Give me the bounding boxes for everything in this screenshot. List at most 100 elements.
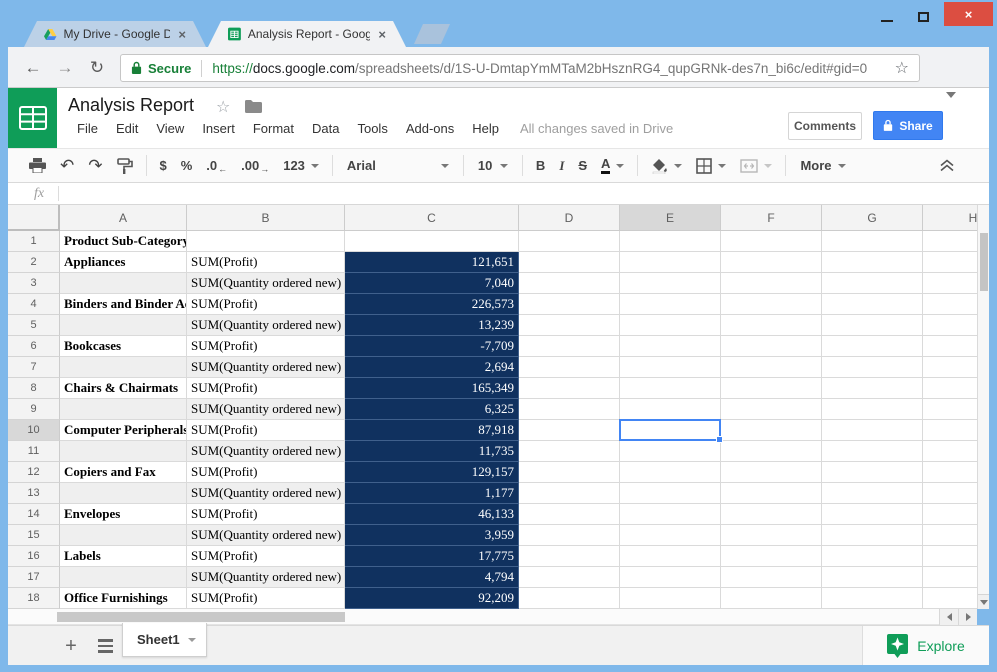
cell-D18[interactable] (519, 588, 620, 609)
row-header-15[interactable]: 15 (8, 525, 60, 546)
cell-E8[interactable] (620, 378, 721, 399)
comments-button[interactable]: Comments (788, 112, 862, 140)
column-header-D[interactable]: D (519, 205, 620, 231)
cell-A17[interactable] (60, 567, 187, 588)
cell-F7[interactable] (721, 357, 822, 378)
cell-F10[interactable] (721, 420, 822, 441)
cell-F13[interactable] (721, 483, 822, 504)
cell-E2[interactable] (620, 252, 721, 273)
menu-edit[interactable]: Edit (107, 121, 147, 136)
font-size-select[interactable]: 10 (470, 154, 516, 178)
add-sheet-icon[interactable]: + (56, 631, 86, 661)
back-icon[interactable]: ← (20, 47, 46, 88)
row-header-11[interactable]: 11 (8, 441, 60, 462)
cell-C16[interactable]: 17,775 (345, 546, 519, 567)
sheet-tab[interactable]: Sheet1 (122, 623, 207, 657)
cell-C2[interactable]: 121,651 (345, 252, 519, 273)
minimize-button[interactable] (872, 6, 902, 28)
cell-F9[interactable] (721, 399, 822, 420)
cell-F5[interactable] (721, 315, 822, 336)
cell-G9[interactable] (822, 399, 923, 420)
cell-A4[interactable]: Binders and Binder Ac (60, 294, 187, 315)
cell-A2[interactable]: Appliances (60, 252, 187, 273)
cell-F11[interactable] (721, 441, 822, 462)
cell-G17[interactable] (822, 567, 923, 588)
cell-A1[interactable]: Product Sub-Category (60, 231, 187, 252)
italic-button[interactable]: I (552, 154, 571, 178)
cell-E12[interactable] (620, 462, 721, 483)
select-all-corner[interactable] (8, 205, 60, 231)
cell-C4[interactable]: 226,573 (345, 294, 519, 315)
share-button[interactable]: Share (873, 111, 943, 140)
cell-H3[interactable] (923, 273, 977, 294)
cell-B16[interactable]: SUM(Profit) (187, 546, 345, 567)
decrease-decimal-button[interactable]: .0 ← (199, 154, 234, 178)
cell-B7[interactable]: SUM(Quantity ordered new) (187, 357, 345, 378)
row-header-9[interactable]: 9 (8, 399, 60, 420)
cell-B5[interactable]: SUM(Quantity ordered new) (187, 315, 345, 336)
cell-A12[interactable]: Copiers and Fax (60, 462, 187, 483)
cell-F1[interactable] (721, 231, 822, 252)
column-header-B[interactable]: B (187, 205, 345, 231)
cell-E7[interactable] (620, 357, 721, 378)
fill-color-icon[interactable] (644, 154, 689, 178)
format-currency-button[interactable]: $ (153, 154, 174, 178)
text-color-button[interactable]: A (594, 154, 631, 178)
cell-C1[interactable] (345, 231, 519, 252)
browser-tab-sheet[interactable]: Analysis Report - Google × (208, 21, 406, 47)
cell-F16[interactable] (721, 546, 822, 567)
cell-H16[interactable] (923, 546, 977, 567)
cell-D5[interactable] (519, 315, 620, 336)
cell-E4[interactable] (620, 294, 721, 315)
cell-G16[interactable] (822, 546, 923, 567)
row-header-2[interactable]: 2 (8, 252, 60, 273)
paint-format-icon[interactable] (110, 154, 140, 178)
cell-F3[interactable] (721, 273, 822, 294)
cell-A3[interactable] (60, 273, 187, 294)
menu-insert[interactable]: Insert (193, 121, 244, 136)
cell-A10[interactable]: Computer Peripherals (60, 420, 187, 441)
row-header-8[interactable]: 8 (8, 378, 60, 399)
cell-H10[interactable] (923, 420, 977, 441)
maximize-button[interactable] (908, 6, 938, 28)
cell-B8[interactable]: SUM(Profit) (187, 378, 345, 399)
all-sheets-menu-icon[interactable] (92, 635, 118, 657)
cell-H9[interactable] (923, 399, 977, 420)
cell-A9[interactable] (60, 399, 187, 420)
tab-close-icon[interactable]: × (178, 27, 186, 42)
cell-F4[interactable] (721, 294, 822, 315)
cell-C18[interactable]: 92,209 (345, 588, 519, 609)
cell-G3[interactable] (822, 273, 923, 294)
cell-D8[interactable] (519, 378, 620, 399)
cell-C11[interactable]: 11,735 (345, 441, 519, 462)
column-header-C[interactable]: C (345, 205, 519, 231)
cell-B2[interactable]: SUM(Profit) (187, 252, 345, 273)
cell-G12[interactable] (822, 462, 923, 483)
cell-B12[interactable]: SUM(Profit) (187, 462, 345, 483)
cell-G11[interactable] (822, 441, 923, 462)
document-title[interactable]: Analysis Report (68, 95, 194, 116)
cell-B6[interactable]: SUM(Profit) (187, 336, 345, 357)
cell-E10[interactable] (620, 420, 721, 441)
cell-F8[interactable] (721, 378, 822, 399)
cell-D11[interactable] (519, 441, 620, 462)
menu-file[interactable]: File (68, 121, 107, 136)
cell-E15[interactable] (620, 525, 721, 546)
cell-C12[interactable]: 129,157 (345, 462, 519, 483)
cell-B9[interactable]: SUM(Quantity ordered new) (187, 399, 345, 420)
cell-C10[interactable]: 87,918 (345, 420, 519, 441)
cell-G5[interactable] (822, 315, 923, 336)
cell-C7[interactable]: 2,694 (345, 357, 519, 378)
cell-H12[interactable] (923, 462, 977, 483)
cell-D17[interactable] (519, 567, 620, 588)
cell-G1[interactable] (822, 231, 923, 252)
cell-B18[interactable]: SUM(Profit) (187, 588, 345, 609)
row-header-10[interactable]: 10 (8, 420, 60, 441)
cell-H18[interactable] (923, 588, 977, 609)
row-header-7[interactable]: 7 (8, 357, 60, 378)
cell-F18[interactable] (721, 588, 822, 609)
increase-decimal-button[interactable]: .00 → (234, 154, 276, 178)
cell-A16[interactable]: Labels (60, 546, 187, 567)
row-header-14[interactable]: 14 (8, 504, 60, 525)
cell-H2[interactable] (923, 252, 977, 273)
